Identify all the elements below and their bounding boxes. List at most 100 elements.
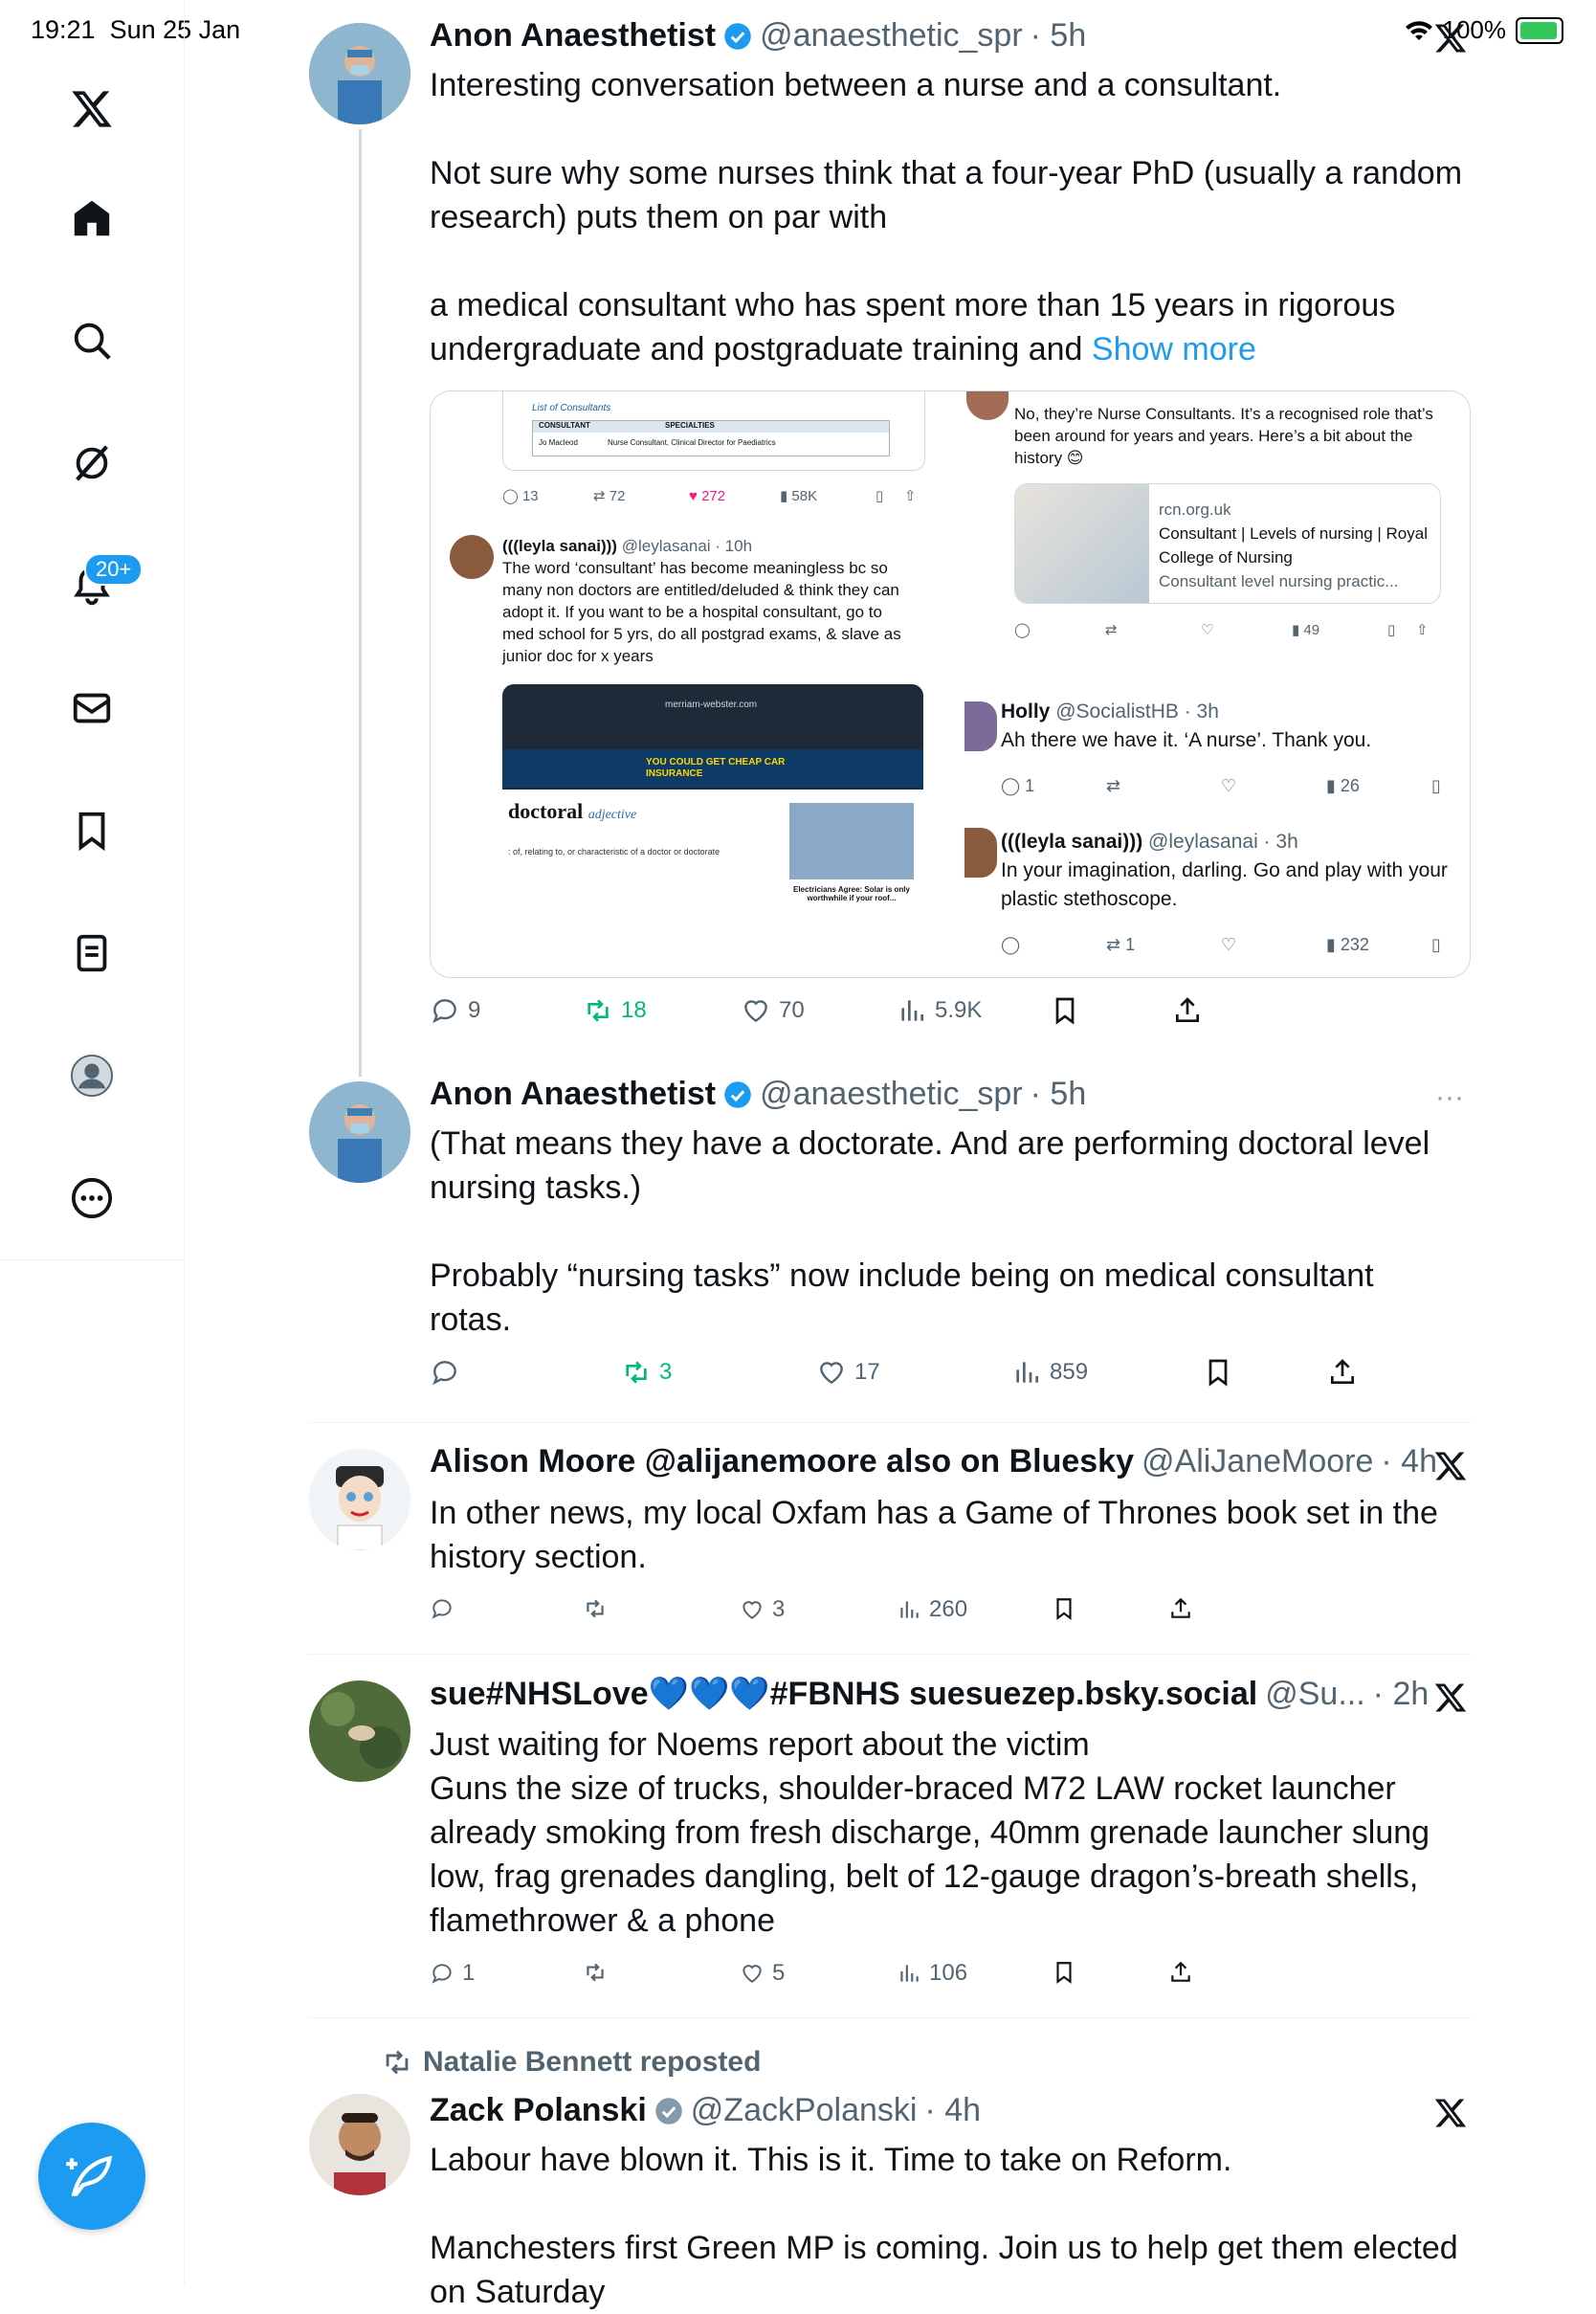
author-handle[interactable]: @ZackPolanski [691, 2092, 918, 2129]
avatar[interactable] [309, 2094, 410, 2195]
repost-button[interactable] [583, 1596, 608, 1621]
table-header-cell: CONSULTANT [539, 421, 590, 430]
share-button[interactable] [1168, 1960, 1193, 1985]
verified-badge-icon [724, 22, 751, 50]
tweet-line: (That means they have a doctorate. And a… [430, 1125, 1430, 1162]
tweet-time[interactable]: · 5h [1031, 17, 1087, 55]
tweet-line: Labour have blown it. This is it. Time t… [430, 2142, 1232, 2178]
author-handle[interactable]: @anaesthetic_spr [760, 1076, 1023, 1113]
bookmark-icon: ▯ [876, 488, 884, 504]
more-options-icon[interactable]: ··· [1435, 1081, 1464, 1114]
reply-button[interactable]: 9 [430, 995, 480, 1026]
home-icon[interactable] [59, 186, 124, 251]
tweet-separator [308, 1654, 1472, 1655]
author-name[interactable]: Anon Anaesthetist [430, 1076, 716, 1113]
tweet-time[interactable]: · 5h [1031, 1076, 1087, 1113]
embedded-tweet-text: Ah there we have it. ‘A nurse’. Thank yo… [1001, 729, 1372, 751]
embedded-table-card: List of Consultants CONSULTANT SPECIALTI… [502, 391, 925, 471]
avatar[interactable] [309, 1081, 410, 1183]
bookmark-button[interactable] [1052, 1596, 1076, 1621]
reply-button[interactable] [430, 1596, 454, 1621]
avatar [964, 828, 997, 878]
compose-button[interactable] [38, 2123, 145, 2230]
repost-count: 18 [621, 997, 647, 1023]
views-icon [900, 1601, 919, 1618]
author-handle[interactable]: @anaesthetic_spr [760, 17, 1023, 55]
tweet-time[interactable]: · 4h [1381, 1443, 1437, 1480]
heart-icon [744, 1000, 767, 1023]
search-icon[interactable] [59, 308, 124, 373]
bookmark-button[interactable] [1203, 1357, 1233, 1388]
media-image-3[interactable]: merriam-webster.com YOU COULD GET CHEAP … [431, 684, 947, 977]
more-icon[interactable] [59, 1166, 124, 1231]
share-button[interactable] [1172, 995, 1203, 1026]
author-name[interactable]: Alison Moore @alijanemoore also on Blues… [430, 1443, 1134, 1480]
avatar[interactable] [309, 23, 410, 124]
avatar [964, 701, 997, 751]
tweet-time[interactable]: · 2h [1373, 1676, 1430, 1713]
repost-icon [626, 1361, 647, 1384]
lists-icon[interactable] [59, 921, 124, 986]
tweet-line: nursing tasks.) [430, 1169, 642, 1206]
reply-button[interactable]: 1 [430, 1960, 475, 1987]
author-name[interactable]: sue#NHSLove💙💙💙#FBNHS suesuezep.bsky.soci… [430, 1675, 1257, 1713]
bookmark-icon [1055, 997, 1075, 1025]
views-button[interactable]: 5.9K [897, 995, 982, 1026]
tweet-line: Guns the size of trucks, shoulder-braced… [430, 1770, 1396, 1807]
avatar[interactable] [309, 1680, 410, 1782]
author-handle[interactable]: @Su... [1265, 1676, 1364, 1713]
repost-icon [386, 2050, 409, 2075]
show-more-link[interactable]: Show more [1092, 331, 1256, 367]
reply-icon [432, 1964, 452, 1984]
tweet-line: flamethrower & a phone [430, 1902, 775, 1939]
like-button[interactable]: 3 [740, 1596, 785, 1623]
like-button[interactable]: 5 [740, 1960, 785, 1987]
heart-icon [743, 1601, 762, 1619]
author-name[interactable]: Anon Anaesthetist [430, 17, 716, 55]
link-description: Consultant level nursing practic... [1159, 572, 1399, 590]
table-header-row: CONSULTANT SPECIALTIES [533, 421, 889, 433]
share-button[interactable] [1327, 1357, 1358, 1388]
bookmark-button[interactable] [1052, 1960, 1076, 1985]
repost-button[interactable]: 18 [583, 995, 647, 1026]
repost-indicator[interactable]: Natalie Bennett reposted [381, 2046, 761, 2079]
x-logo-icon[interactable] [1433, 21, 1468, 56]
media-image-4[interactable]: Holly @SocialistHB · 3h Ah there we have… [953, 684, 1470, 977]
repost-button[interactable]: 3 [621, 1357, 672, 1388]
avatar[interactable] [309, 1449, 410, 1550]
repost-count: ⇄ 1 [1106, 935, 1136, 954]
x-logo-icon[interactable] [1433, 1680, 1468, 1715]
share-button[interactable] [1168, 1596, 1193, 1621]
thread-line [359, 129, 362, 1077]
embedded-author-name: (((leyla sanai))) [1001, 831, 1143, 853]
x-logo-icon[interactable] [1433, 1449, 1468, 1483]
author-name[interactable]: Zack Polanski [430, 2092, 647, 2129]
x-logo-icon[interactable] [59, 77, 124, 142]
reply-icon: ◯ [1001, 935, 1021, 954]
messages-icon[interactable] [59, 676, 124, 741]
tweet-time[interactable]: · 4h [925, 2092, 982, 2129]
views-button[interactable]: 260 [897, 1596, 967, 1623]
media-image-2[interactable]: No, they’re Nurse Consultants. It’s a re… [953, 391, 1470, 679]
author-handle[interactable]: @AliJaneMoore [1142, 1443, 1373, 1480]
bookmarks-icon[interactable] [59, 798, 124, 863]
profile-icon[interactable] [59, 1043, 124, 1108]
media-grid[interactable]: List of Consultants CONSULTANT SPECIALTI… [430, 390, 1471, 978]
reply-button[interactable] [430, 1357, 460, 1388]
x-logo-icon[interactable] [1433, 2096, 1468, 2130]
link-preview-image [1015, 484, 1149, 603]
like-button[interactable]: 70 [741, 995, 805, 1026]
views-button[interactable]: 106 [897, 1960, 967, 1987]
bookmark-button[interactable] [1050, 995, 1080, 1026]
tweet-line: on Saturday [430, 2274, 606, 2310]
sidebar: 20+ [0, 0, 185, 2285]
tweet-separator [308, 2017, 1472, 2018]
grok-icon[interactable] [59, 431, 124, 496]
reply-count: ◯ 13 [502, 488, 539, 504]
repost-button[interactable] [583, 1960, 608, 1985]
views-button[interactable]: 859 [1011, 1357, 1088, 1388]
like-icon: ♡ [1221, 935, 1237, 954]
like-button[interactable]: 17 [816, 1357, 880, 1388]
media-image-1[interactable]: List of Consultants CONSULTANT SPECIALTI… [431, 391, 947, 679]
